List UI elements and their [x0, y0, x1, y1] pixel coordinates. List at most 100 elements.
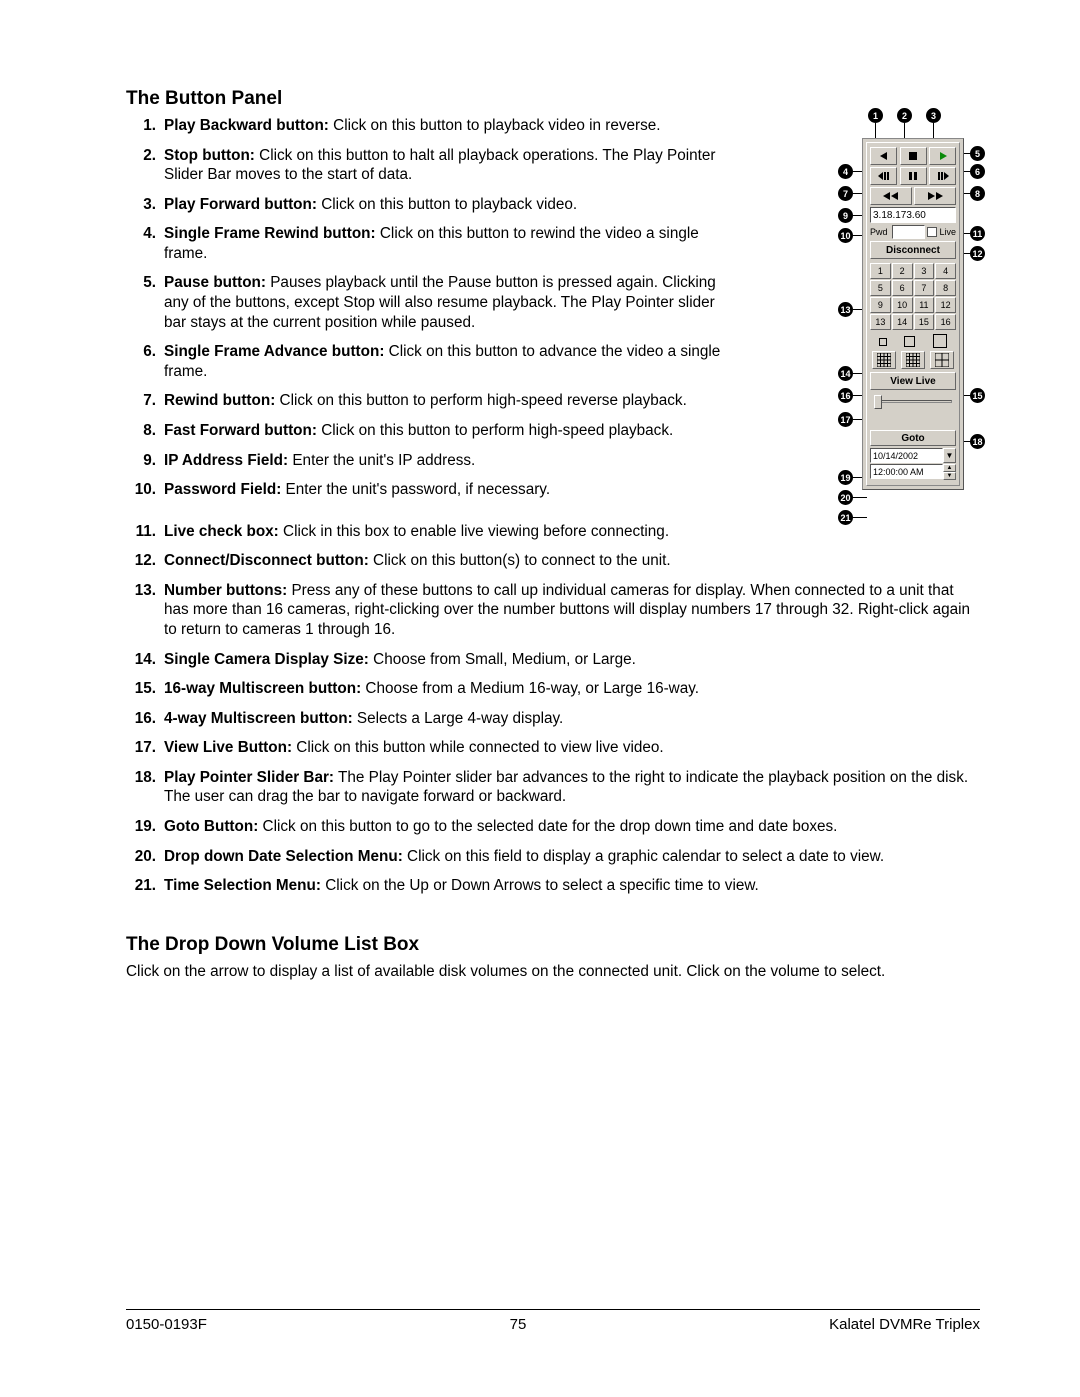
fast-forward-button[interactable]	[914, 187, 956, 205]
camera-number-button[interactable]: 7	[914, 280, 935, 296]
multiscreen-16-medium-button[interactable]	[872, 351, 896, 369]
callout-21: 21	[838, 510, 853, 525]
disconnect-button[interactable]: Disconnect	[870, 241, 956, 259]
size-medium-button[interactable]	[904, 336, 915, 347]
pause-button[interactable]	[900, 167, 927, 185]
heading-button-panel: The Button Panel	[126, 88, 980, 110]
callout-20: 20	[838, 490, 853, 505]
callout-6: 6	[970, 164, 985, 179]
callout-12: 12	[970, 246, 985, 261]
callout-3: 3	[926, 108, 941, 123]
time-spinner[interactable]: ▲ ▼	[943, 464, 956, 480]
camera-number-button[interactable]: 2	[892, 263, 913, 279]
list-label: Fast Forward button:	[164, 422, 317, 439]
list-text: Click on this button to perform high-spe…	[317, 422, 673, 439]
camera-number-button[interactable]: 8	[935, 280, 956, 296]
list-label: Live check box:	[164, 523, 279, 540]
time-spin-down[interactable]: ▼	[943, 472, 956, 480]
multiscreen-4way-button[interactable]	[930, 351, 954, 369]
list-number: 10.	[128, 480, 156, 500]
list-number: 21.	[128, 876, 156, 896]
list-label: Rewind button:	[164, 392, 275, 409]
list-item: 4.Single Frame Rewind button: Click on t…	[160, 224, 740, 273]
size-small-button[interactable]	[879, 338, 887, 346]
callout-10: 10	[838, 228, 853, 243]
list-number: 16.	[128, 709, 156, 729]
callout-18: 18	[970, 434, 985, 449]
time-spin-up[interactable]: ▲	[943, 464, 956, 472]
list-text: Enter the unit's password, if necessary.	[281, 481, 550, 498]
callout-13: 13	[838, 302, 853, 317]
view-live-button[interactable]: View Live	[870, 372, 956, 390]
heading-volume-listbox: The Drop Down Volume List Box	[126, 934, 980, 956]
camera-number-button[interactable]: 5	[870, 280, 891, 296]
list-label: Goto Button:	[164, 818, 258, 835]
list-label: Single Frame Rewind button:	[164, 225, 376, 242]
list-number: 14.	[128, 650, 156, 670]
list-text: Click on this button to perform high-spe…	[275, 392, 687, 409]
live-label: Live	[939, 227, 956, 237]
play-forward-button[interactable]	[929, 147, 956, 165]
list-item: 1.Play Backward button: Click on this bu…	[160, 116, 740, 146]
list-number: 9.	[128, 451, 156, 471]
date-selection-field[interactable]: 10/14/2002	[870, 448, 943, 463]
list-item: 6.Single Frame Advance button: Click on …	[160, 342, 740, 391]
camera-number-button[interactable]: 13	[870, 314, 891, 330]
list-item: 20.Drop down Date Selection Menu: Click …	[160, 847, 980, 877]
camera-number-button[interactable]: 3	[914, 263, 935, 279]
list-label: Password Field:	[164, 481, 281, 498]
list-item: 8.Fast Forward button: Click on this but…	[160, 421, 740, 451]
list-item: 16.4-way Multiscreen button: Selects a L…	[160, 709, 980, 739]
camera-number-button[interactable]: 15	[914, 314, 935, 330]
list-item: 12.Connect/Disconnect button: Click on t…	[160, 551, 980, 581]
list-item: 17.View Live Button: Click on this butto…	[160, 738, 980, 768]
callout-15: 15	[970, 388, 985, 403]
callout-9: 9	[838, 208, 853, 223]
camera-number-button[interactable]: 9	[870, 297, 891, 313]
single-frame-advance-button[interactable]	[929, 167, 956, 185]
play-backward-button[interactable]	[870, 147, 897, 165]
list-item: 19.Goto Button: Click on this button to …	[160, 817, 980, 847]
ip-address-field[interactable]: 3.18.173.60	[870, 207, 956, 223]
play-pointer-slider[interactable]	[870, 393, 956, 409]
control-panel: 3.18.173.60 Pwd Live Disconnect 12345678…	[862, 138, 964, 490]
goto-button[interactable]: Goto	[870, 430, 956, 446]
footer-left: 0150-0193F	[126, 1316, 207, 1333]
footer-right: Kalatel DVMRe Triplex	[829, 1316, 980, 1333]
list-text: Click in this box to enable live viewing…	[279, 523, 669, 540]
date-dropdown-arrow[interactable]: ▼	[943, 448, 956, 463]
list-text: Click on this button while connected to …	[292, 739, 664, 756]
list-number: 20.	[128, 847, 156, 867]
multiscreen-16-large-button[interactable]	[901, 351, 925, 369]
single-frame-rewind-button[interactable]	[870, 167, 897, 185]
live-checkbox[interactable]	[927, 227, 937, 237]
camera-number-button[interactable]: 16	[935, 314, 956, 330]
stop-button[interactable]	[900, 147, 927, 165]
callout-7: 7	[838, 186, 853, 201]
camera-number-button[interactable]: 1	[870, 263, 891, 279]
list-number: 8.	[128, 421, 156, 441]
camera-number-button[interactable]: 12	[935, 297, 956, 313]
list-text: Click on this field to display a graphic…	[403, 848, 884, 865]
list-label: Pause button:	[164, 274, 266, 291]
list-number: 11.	[128, 522, 156, 542]
size-large-button[interactable]	[933, 334, 947, 348]
camera-number-button[interactable]: 11	[914, 297, 935, 313]
camera-number-button[interactable]: 10	[892, 297, 913, 313]
list-label: 16-way Multiscreen button:	[164, 680, 361, 697]
list-number: 4.	[128, 224, 156, 244]
list-text: Click on this button to playback video.	[317, 196, 577, 213]
camera-number-button[interactable]: 14	[892, 314, 913, 330]
callout-5: 5	[970, 146, 985, 161]
list-text: Selects a Large 4-way display.	[353, 710, 564, 727]
camera-number-button[interactable]: 6	[892, 280, 913, 296]
password-field[interactable]	[892, 225, 925, 239]
camera-number-button[interactable]: 4	[935, 263, 956, 279]
list-number: 18.	[128, 768, 156, 788]
list-label: IP Address Field:	[164, 452, 288, 469]
time-selection-field[interactable]: 12:00:00 AM	[870, 464, 943, 479]
rewind-button[interactable]	[870, 187, 912, 205]
camera-number-grid: 12345678910111213141516	[870, 263, 956, 330]
callout-11: 11	[970, 226, 985, 241]
list-label: View Live Button:	[164, 739, 292, 756]
